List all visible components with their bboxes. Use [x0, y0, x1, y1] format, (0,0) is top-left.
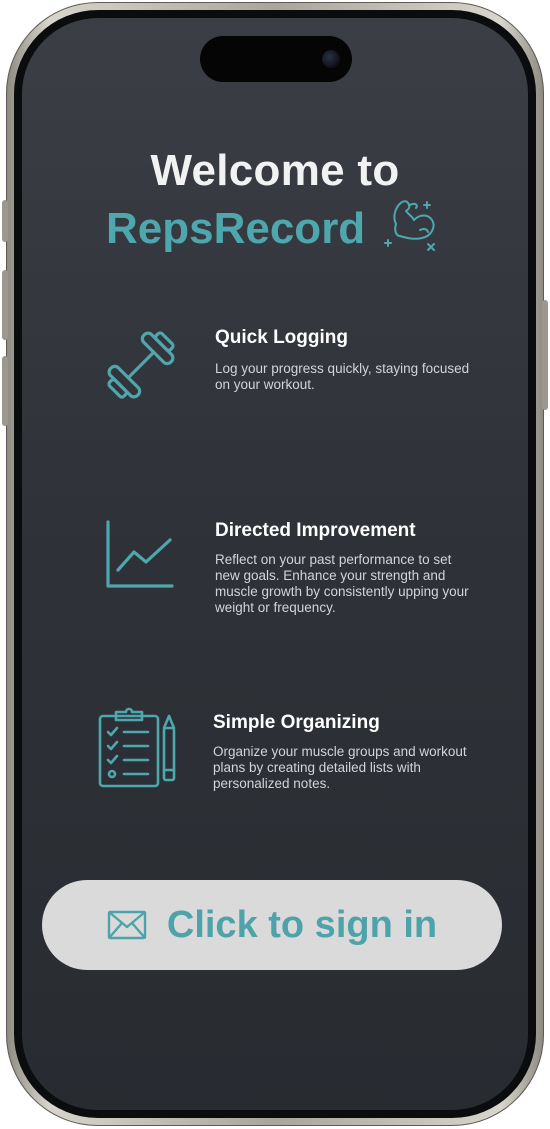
volume-down-button	[2, 356, 8, 426]
feature-title: Quick Logging	[215, 327, 348, 348]
sign-in-button[interactable]: Click to sign in	[42, 880, 502, 970]
volume-up-button	[2, 270, 8, 340]
power-button	[542, 300, 548, 410]
clipboard-list-icon	[98, 707, 176, 788]
dynamic-island	[200, 36, 352, 82]
feature-title: Directed Improvement	[215, 520, 416, 541]
envelope-icon	[107, 910, 147, 940]
brand-name: RepsRecord	[106, 204, 366, 253]
sign-in-label: Click to sign in	[166, 903, 438, 946]
welcome-heading: Welcome to	[150, 146, 400, 195]
feature-description: Log your progress quickly, staying focus…	[215, 361, 470, 392]
feature-description: Organize your muscle groups and workout …	[213, 744, 467, 791]
camera-icon	[322, 50, 340, 68]
action-button	[2, 200, 8, 242]
flexed-arm-icon	[384, 200, 435, 251]
feature-description: Reflect on your past performance to set …	[215, 552, 469, 615]
feature-title: Simple Organizing	[213, 712, 380, 733]
dumbbell-icon	[107, 331, 175, 399]
app-screen: Welcome to RepsRecord Quick Logging Log …	[22, 18, 528, 1110]
line-chart-icon	[106, 520, 174, 588]
